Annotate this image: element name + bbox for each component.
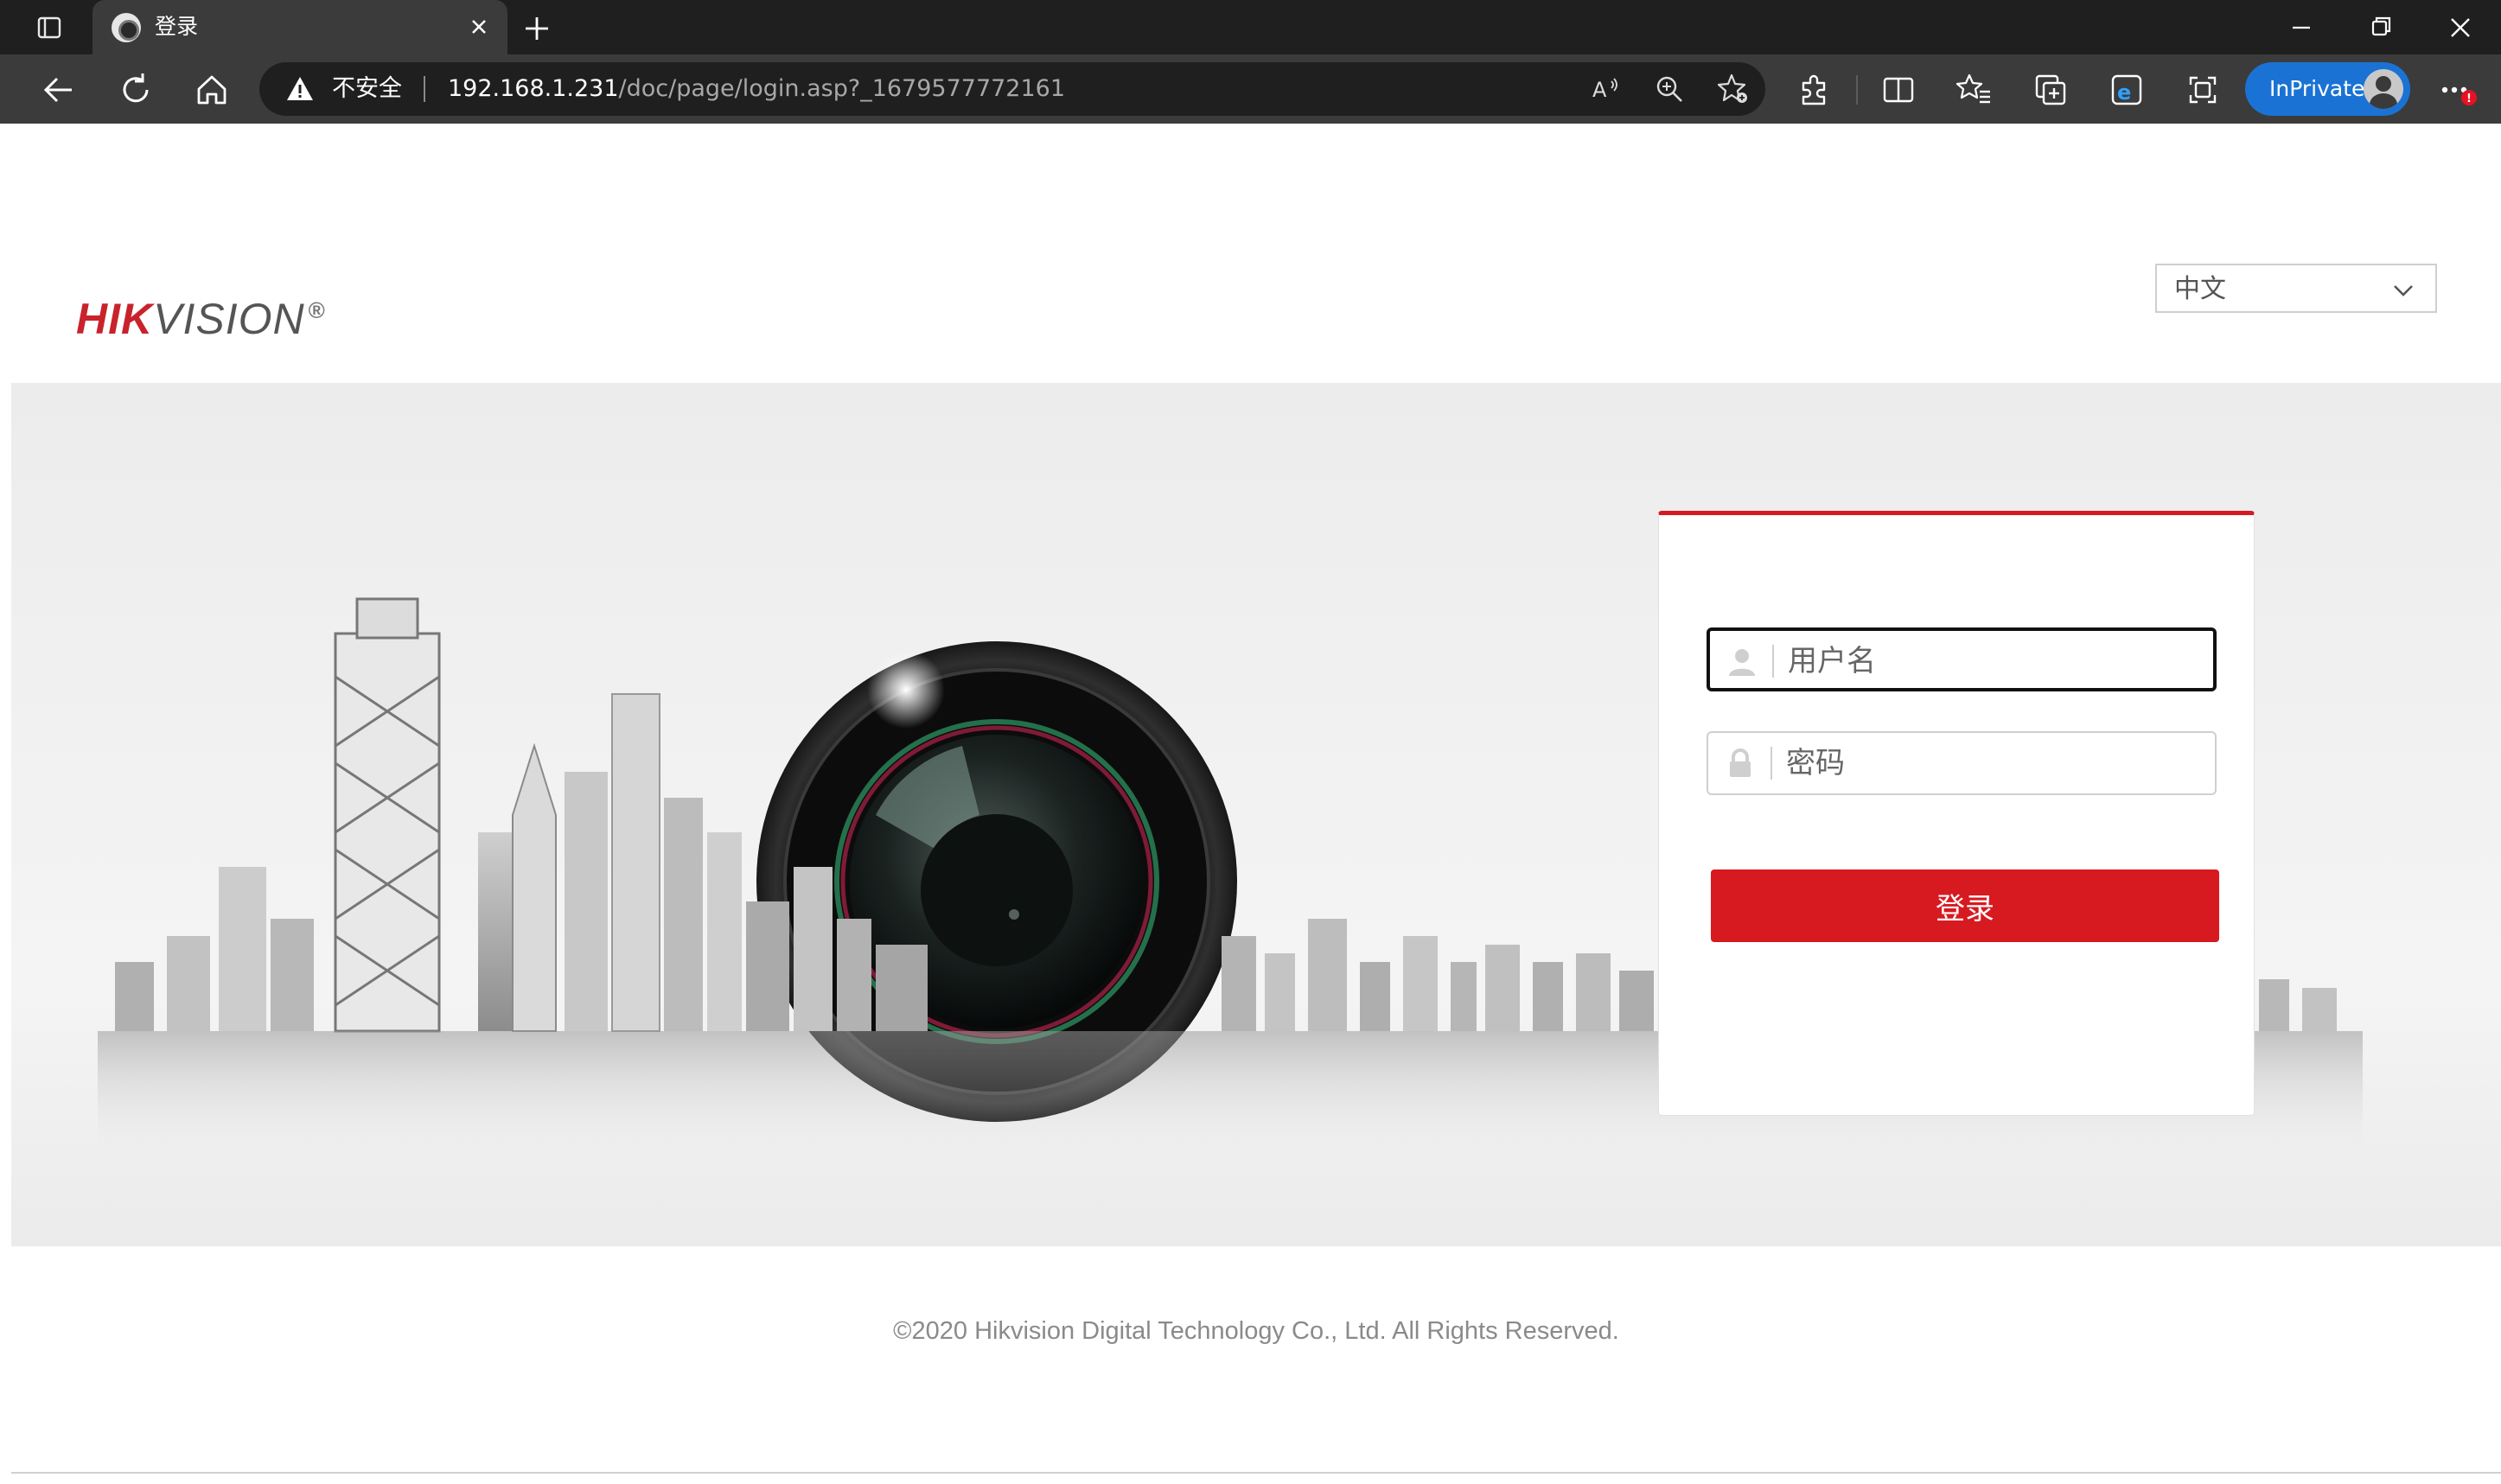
url-path: /doc/page/login.asp?_1679577772161 xyxy=(618,75,1066,102)
username-input[interactable] xyxy=(1788,640,2203,683)
language-select[interactable]: 中文 xyxy=(2155,264,2437,313)
username-field[interactable] xyxy=(1707,627,2217,691)
toolbar-divider xyxy=(1856,75,1858,105)
username-field-divider xyxy=(1772,645,1774,678)
browser-tab[interactable]: 登录 xyxy=(93,0,507,54)
page-viewport: HIKVISION ® 中文 用户名 登录 ©2020 Hikvision Di… xyxy=(11,124,2501,1484)
ie-mode-icon[interactable]: e xyxy=(2108,71,2146,109)
language-selected-value: 中文 xyxy=(2174,274,2226,304)
browser-toolbar: 不安全 192.168.1.231/doc/page/login.asp?_16… xyxy=(0,54,2501,124)
password-field-divider xyxy=(1770,747,1772,780)
chevron-down-icon xyxy=(2394,285,2413,296)
puzzle-icon[interactable] xyxy=(1795,71,1833,109)
inprivate-label: InPrivate xyxy=(2269,76,2365,101)
plus-icon[interactable] xyxy=(519,10,555,47)
login-button[interactable]: 登录 xyxy=(1711,869,2219,942)
back-arrow-icon[interactable] xyxy=(39,70,79,110)
add-favorite-icon[interactable] xyxy=(1717,73,1750,105)
zoom-icon[interactable] xyxy=(1653,73,1686,105)
security-status-label[interactable]: 不安全 xyxy=(332,73,402,105)
logo-registered-mark: ® xyxy=(308,297,326,323)
screenshot-icon[interactable] xyxy=(2184,71,2222,109)
login-card: 登录 xyxy=(1658,511,2255,1116)
profile-avatar-icon xyxy=(2364,69,2403,109)
restore-icon[interactable] xyxy=(2346,7,2415,48)
logo-text-gray: VISION xyxy=(153,295,305,343)
svg-text:e: e xyxy=(2117,80,2131,105)
tab-actions-icon[interactable] xyxy=(36,15,62,41)
svg-text:!: ! xyxy=(2466,92,2472,105)
footer-divider xyxy=(11,1472,2501,1474)
logo-text-red: HIK xyxy=(76,295,154,343)
user-icon xyxy=(1729,649,1755,676)
inprivate-button[interactable]: InPrivate xyxy=(2245,62,2410,116)
svg-text:A: A xyxy=(1592,78,1607,102)
tab-close-icon[interactable] xyxy=(463,10,495,43)
tab-title: 登录 xyxy=(155,14,199,39)
password-input[interactable] xyxy=(1786,742,2201,785)
url-host: 192.168.1.231 xyxy=(448,75,619,102)
copyright-text: ©2020 Hikvision Digital Technology Co., … xyxy=(893,1317,1619,1345)
hikvision-favicon xyxy=(112,13,141,42)
read-aloud-icon[interactable]: A xyxy=(1589,73,1622,105)
address-bar[interactable]: 不安全 192.168.1.231/doc/page/login.asp?_16… xyxy=(259,62,1765,116)
warning-icon[interactable] xyxy=(285,74,315,104)
lock-icon xyxy=(1730,748,1751,777)
close-icon[interactable] xyxy=(2426,7,2495,48)
password-field[interactable] xyxy=(1707,731,2217,795)
home-icon[interactable] xyxy=(192,70,232,110)
url-text[interactable]: 192.168.1.231/doc/page/login.asp?_167957… xyxy=(448,73,1065,105)
ellipsis-icon[interactable]: ! xyxy=(2438,70,2490,110)
hikvision-logo: HIKVISION ® xyxy=(76,294,325,344)
banner-background: 登录 xyxy=(11,383,2501,1246)
refresh-icon[interactable] xyxy=(116,70,156,110)
favorites-icon[interactable] xyxy=(1956,71,1994,109)
minimize-icon[interactable] xyxy=(2267,7,2336,48)
collections-icon[interactable] xyxy=(2032,71,2070,109)
split-screen-icon[interactable] xyxy=(1879,71,1917,109)
browser-title-bar: 登录 xyxy=(0,0,2501,54)
address-divider xyxy=(424,76,425,102)
